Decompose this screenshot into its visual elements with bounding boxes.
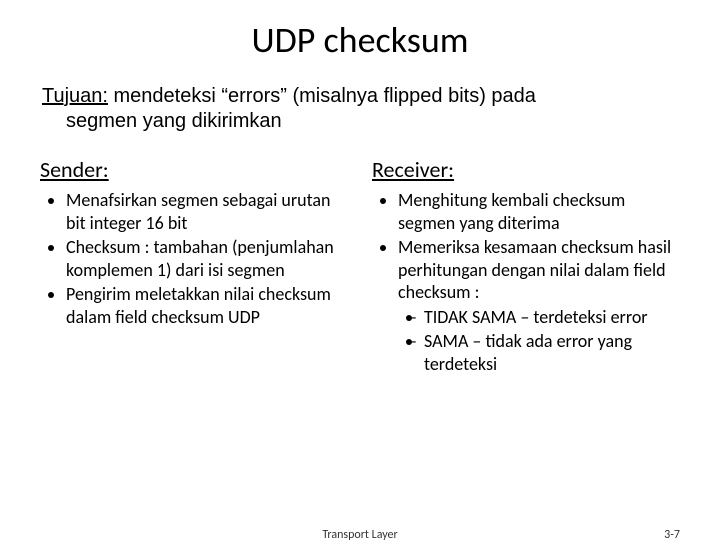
goal-text-1: mendeteksi “errors” (misalnya flipped bi…	[108, 85, 536, 107]
list-item: Memeriksa kesamaan checksum hasil perhit…	[398, 236, 680, 375]
list-item: Pengirim meletakkan nilai checksum dalam…	[66, 283, 348, 328]
goal-text-2: segmen yang dikirimkan	[42, 110, 282, 132]
list-item-text: Memeriksa kesamaan checksum hasil perhit…	[398, 236, 671, 303]
list-item: Menafsirkan segmen sebagai urutan bit in…	[66, 189, 348, 234]
goal-label: Tujuan:	[42, 85, 108, 107]
receiver-column: Receiver: Menghitung kembali checksum se…	[372, 156, 680, 377]
list-item: Menghitung kembali checksum segmen yang …	[398, 189, 680, 234]
sender-column: Sender: Menafsirkan segmen sebagai uruta…	[40, 156, 348, 377]
sub-list-item: TIDAK SAMA – terdeteksi error	[424, 306, 680, 329]
slide-title: UDP checksum	[40, 18, 680, 62]
sub-list-item: SAMA – tidak ada error yang terdeteksi	[424, 330, 680, 375]
list-item: Checksum : tambahan (penjumlahan komplem…	[66, 236, 348, 281]
sender-heading: Sender:	[40, 156, 348, 183]
goal-paragraph: Tujuan: mendeteksi “errors” (misalnya fl…	[40, 84, 680, 134]
receiver-heading: Receiver:	[372, 156, 680, 183]
